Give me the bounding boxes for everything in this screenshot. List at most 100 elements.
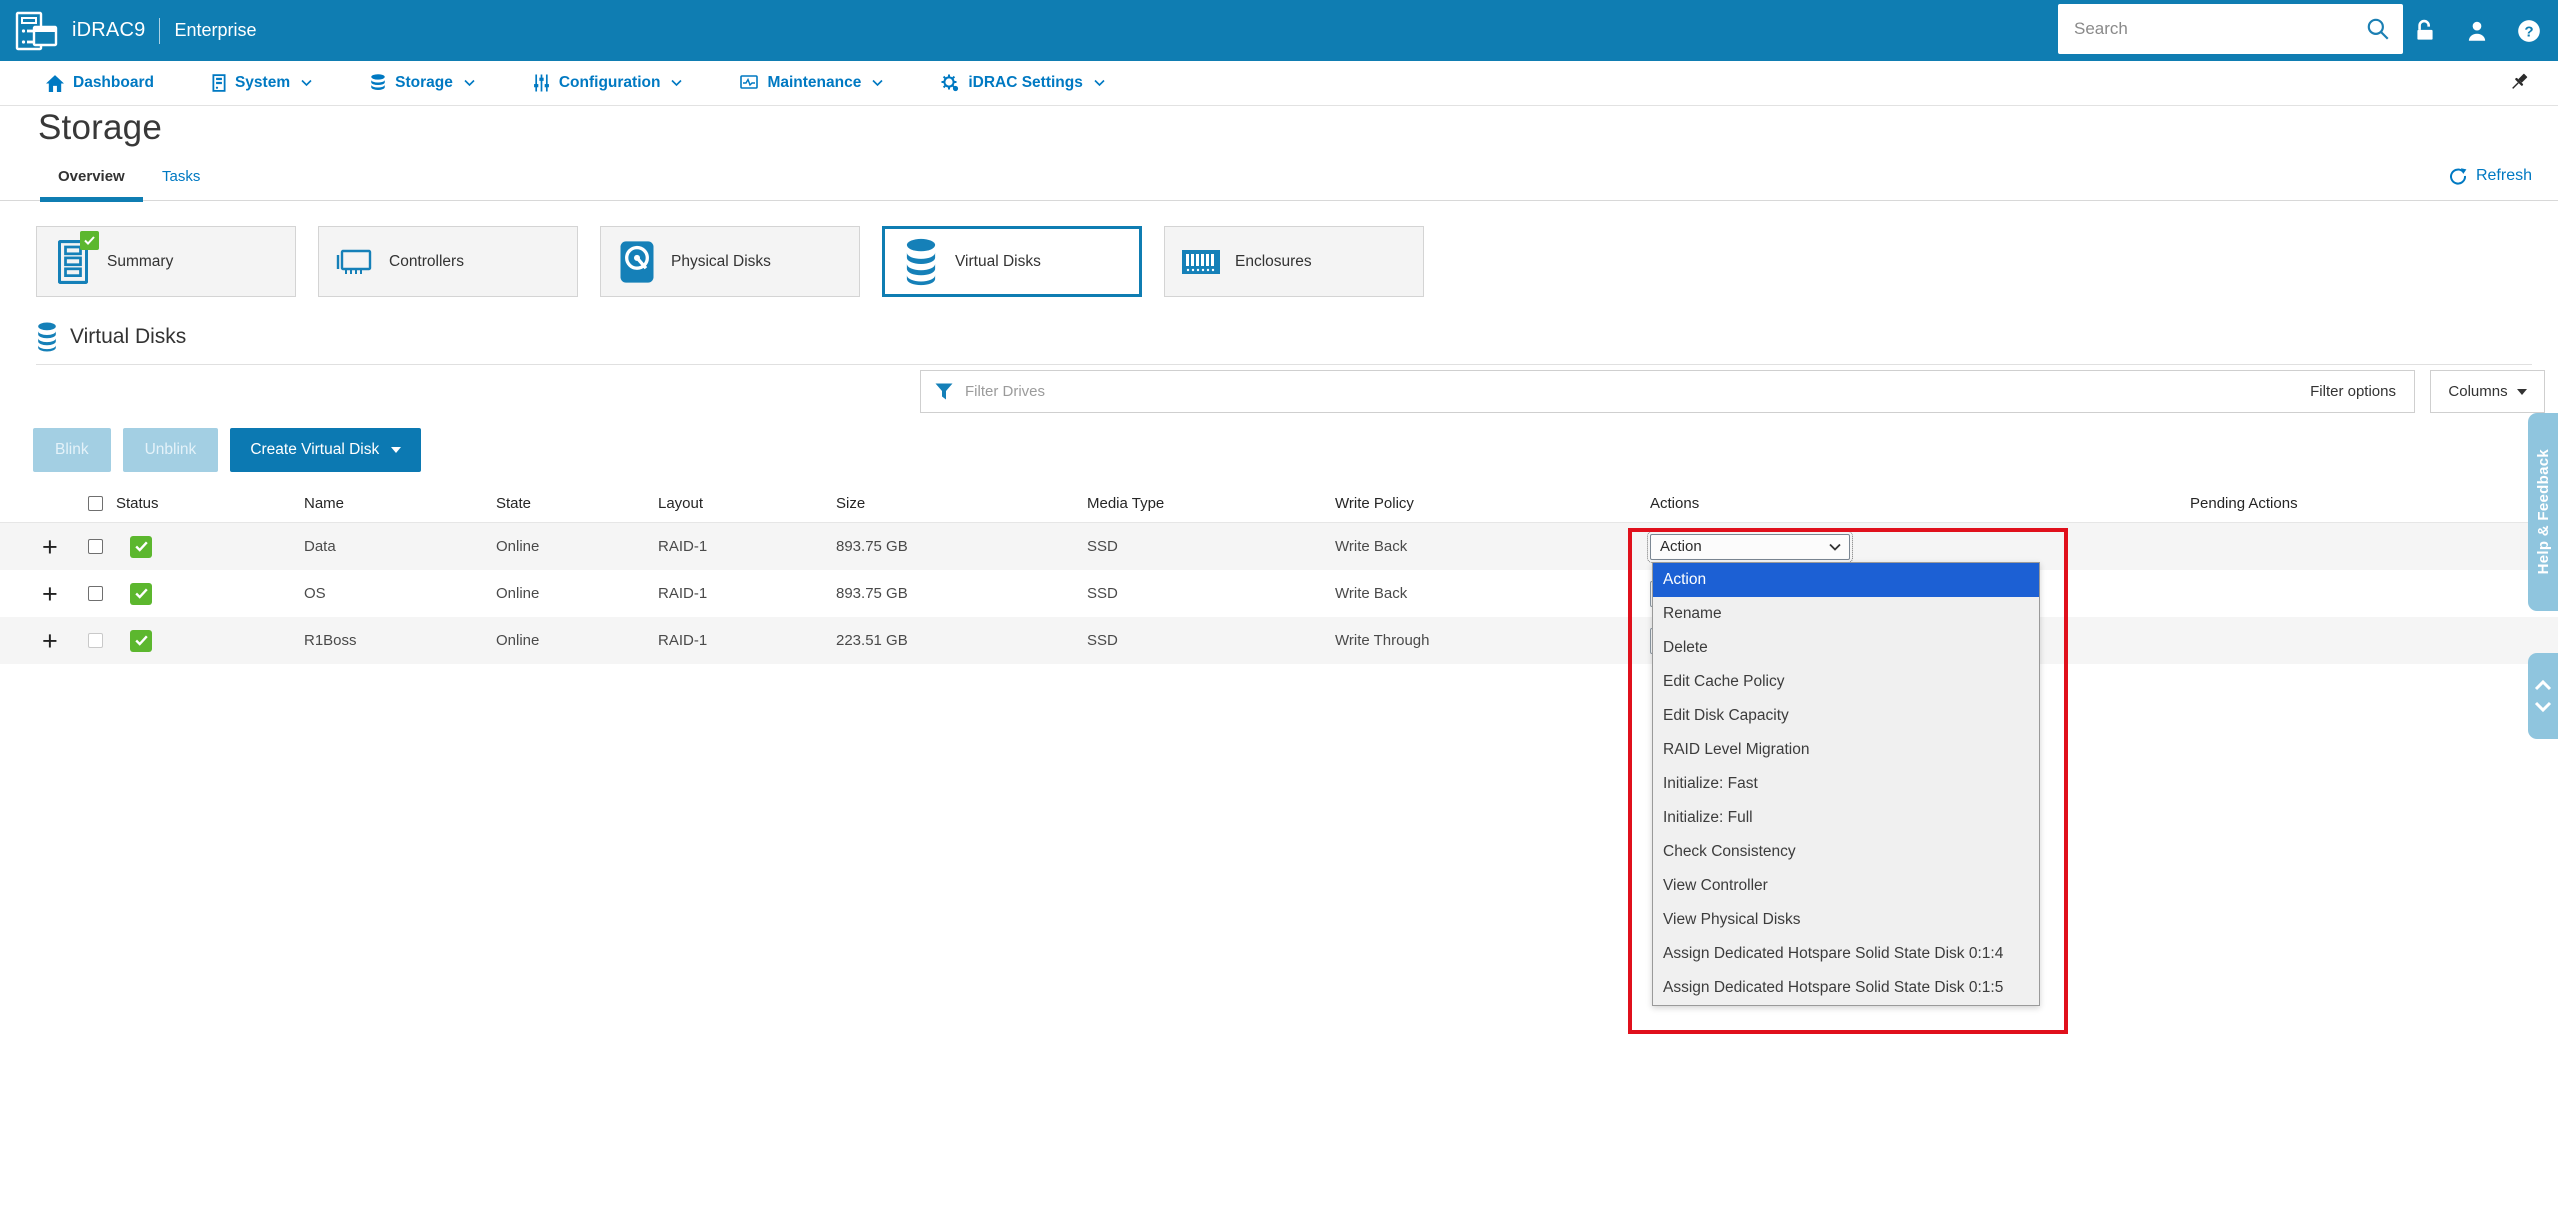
create-caret-icon (391, 447, 401, 453)
action-option-6[interactable]: Initialize: Fast (1653, 767, 2039, 801)
main-nav: Dashboard System Storage (0, 61, 2558, 106)
server-icon (212, 74, 226, 92)
help-icon[interactable]: ? (2516, 18, 2542, 44)
action-option-9[interactable]: View Controller (1653, 869, 2039, 903)
gear-icon (941, 74, 959, 92)
section-divider (36, 364, 2532, 365)
tile-controllers[interactable]: Controllers (318, 226, 578, 297)
action-dropdown-list: Action Rename Delete Edit Cache Policy E… (1652, 562, 2040, 1006)
columns-caret-icon (2517, 389, 2527, 395)
tile-virtual-disks[interactable]: Virtual Disks (882, 226, 1142, 297)
action-option-10[interactable]: View Physical Disks (1653, 903, 2039, 937)
tile-summary[interactable]: Summary (36, 226, 296, 297)
blink-button[interactable]: Blink (33, 428, 111, 472)
nav-configuration[interactable]: Configuration (533, 74, 683, 92)
global-search (2058, 4, 2403, 54)
columns-dropdown-button[interactable]: Columns (2430, 370, 2545, 413)
search-input[interactable] (2058, 19, 2365, 39)
sliders-icon (533, 74, 550, 92)
tab-overview[interactable]: Overview (58, 168, 125, 201)
user-icon[interactable] (2464, 18, 2490, 44)
filter-bar: Filter options (920, 370, 2415, 413)
nav-dashboard[interactable]: Dashboard (46, 74, 154, 92)
virtual-disks-section-icon (36, 322, 58, 352)
select-chevron-icon (1829, 543, 1841, 551)
table-body: + Data Online RAID-1 893.75 GB SSD Write… (0, 523, 2558, 664)
home-icon (46, 75, 64, 92)
expand-row-icon[interactable]: + (42, 631, 76, 651)
chevron-up-icon[interactable] (2534, 679, 2552, 691)
nav-maintenance[interactable]: Maintenance (740, 74, 883, 92)
header-actions: ? (2412, 0, 2542, 61)
row-checkbox-disabled (88, 633, 103, 648)
unlock-icon[interactable] (2412, 18, 2438, 44)
action-option-0[interactable]: Action (1653, 563, 2039, 597)
table-row: + OS Online RAID-1 893.75 GB SSD Write B… (0, 570, 2558, 617)
nav-system[interactable]: System (212, 74, 312, 92)
status-ok-badge (130, 630, 152, 652)
table-header: Status Name State Layout Size Media Type… (0, 485, 2558, 523)
action-option-4[interactable]: Edit Disk Capacity (1653, 699, 2039, 733)
action-option-1[interactable]: Rename (1653, 597, 2039, 631)
edition-name: Enterprise (174, 20, 256, 41)
physical-disks-icon (619, 240, 655, 284)
chevron-down-icon (671, 79, 682, 87)
chevron-down-icon (1094, 79, 1105, 87)
filter-drives-input[interactable] (965, 383, 2310, 400)
expand-row-icon[interactable]: + (42, 537, 76, 557)
action-option-12[interactable]: Assign Dedicated Hotspare Solid State Di… (1653, 971, 2039, 1005)
action-option-7[interactable]: Initialize: Full (1653, 801, 2039, 835)
action-option-8[interactable]: Check Consistency (1653, 835, 2039, 869)
monitor-pulse-icon (740, 75, 758, 91)
nav-storage[interactable]: Storage (370, 74, 475, 92)
virtual-disks-icon (904, 238, 938, 286)
scroll-tab (2528, 653, 2558, 739)
idrac-logo-icon (14, 11, 58, 51)
action-option-2[interactable]: Delete (1653, 631, 2039, 665)
storage-disks-icon (370, 74, 386, 92)
action-option-5[interactable]: RAID Level Migration (1653, 733, 2039, 767)
summary-check-badge (80, 231, 99, 250)
enclosures-icon (1181, 249, 1221, 275)
filter-funnel-icon (935, 383, 953, 400)
status-ok-badge (130, 583, 152, 605)
action-select[interactable]: Action (1650, 534, 1850, 560)
table-row: + R1Boss Online RAID-1 223.51 GB SSD Wri… (0, 617, 2558, 664)
status-ok-badge (130, 536, 152, 558)
chevron-down-icon (872, 79, 883, 87)
chevron-down-icon (464, 79, 475, 87)
help-feedback-tab[interactable]: Help & Feedback (2528, 413, 2558, 611)
virtual-disks-section-header: Virtual Disks (36, 322, 186, 352)
create-virtual-disk-button[interactable]: Create Virtual Disk (230, 428, 421, 472)
product-name: iDRAC9 (72, 19, 145, 42)
svg-text:?: ? (2524, 23, 2533, 40)
virtual-disks-toolbar: Blink Unblink Create Virtual Disk (33, 428, 421, 472)
action-option-11[interactable]: Assign Dedicated Hotspare Solid State Di… (1653, 937, 2039, 971)
section-title: Virtual Disks (70, 325, 186, 349)
chevron-down-icon[interactable] (2534, 701, 2552, 713)
chevron-down-icon (301, 79, 312, 87)
action-option-3[interactable]: Edit Cache Policy (1653, 665, 2039, 699)
filter-options-link[interactable]: Filter options (2310, 383, 2414, 400)
tab-tasks[interactable]: Tasks (162, 168, 200, 201)
unblink-button[interactable]: Unblink (123, 428, 219, 472)
search-icon[interactable] (2365, 16, 2391, 42)
refresh-icon (2448, 166, 2468, 186)
storage-subnav-tiles: Summary Controllers (36, 226, 1424, 297)
tab-bar: Overview Tasks (0, 168, 2558, 201)
idrac-storage-page: iDRAC9 Enterprise ? (0, 0, 2558, 1226)
expand-row-icon[interactable]: + (42, 584, 76, 604)
refresh-button[interactable]: Refresh (2448, 166, 2532, 186)
pin-icon[interactable] (2508, 71, 2532, 95)
tile-enclosures[interactable]: Enclosures (1164, 226, 1424, 297)
brand-divider (159, 18, 160, 44)
table-row: + Data Online RAID-1 893.75 GB SSD Write… (0, 523, 2558, 570)
nav-idrac-settings[interactable]: iDRAC Settings (941, 74, 1105, 92)
row-checkbox[interactable] (88, 586, 103, 601)
tile-physical-disks[interactable]: Physical Disks (600, 226, 860, 297)
page-title: Storage (38, 108, 162, 148)
app-header: iDRAC9 Enterprise ? (0, 0, 2558, 61)
brand: iDRAC9 Enterprise (0, 11, 256, 51)
row-checkbox[interactable] (88, 539, 103, 554)
select-all-checkbox[interactable] (88, 496, 103, 511)
